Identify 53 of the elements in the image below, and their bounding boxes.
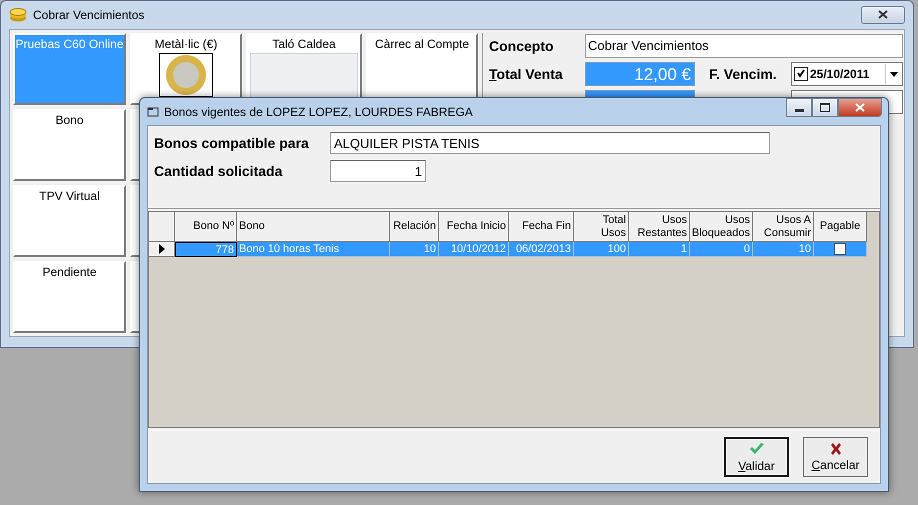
table-cell: 1 [629,242,690,257]
table-cell: 100 [574,242,629,257]
payment-label: Càrrec al Compte [374,37,470,51]
payment-label: Taló Caldea [272,37,336,51]
payment-method-button[interactable]: Bono [13,109,126,181]
maximize-button[interactable] [812,98,838,117]
dialog-button[interactable]: Cancelar [803,437,868,477]
close-icon [878,10,888,19]
table-cell: 10 [390,242,439,257]
close-button[interactable] [861,6,905,24]
close-button[interactable] [838,98,882,117]
field-label: Concepto [489,38,555,54]
column-header[interactable]: Fecha Fin [509,212,574,242]
dialog-button[interactable]: Validar [724,437,789,477]
euro-coin-icon [159,53,213,97]
column-header[interactable]: Usos Bloqueados [690,212,753,242]
field-label: Cantidad solicitada [154,163,284,179]
concept-field[interactable]: Cobrar Vencimientos [585,34,903,58]
column-header[interactable]: Relación [390,212,439,242]
check-icon [748,442,764,456]
coins-icon [9,8,27,22]
window-title: Cobrar Vencimientos [33,8,144,22]
field-label: F. Vencim. [709,66,778,82]
table-cell: 10 [753,242,814,257]
field-label: Bonos compatible para [154,135,310,151]
date-value: 25/10/2011 [810,66,870,80]
field-label: Total Venta [489,66,564,82]
payment-method-button[interactable]: Pendiente [13,261,126,333]
checkbox[interactable] [834,243,846,255]
column-header[interactable]: Total Usos [574,212,629,242]
close-icon [855,103,865,112]
minimize-button[interactable] [786,98,812,117]
column-header[interactable]: Bono [237,212,390,242]
payment-method-button[interactable]: TPV Virtual [13,185,126,257]
column-header[interactable]: Bono Nº [175,212,237,242]
table-cell: 778 [175,242,237,257]
payment-method-button[interactable]: Metàl·lic (€) [130,33,242,105]
payment-label: Metàl·lic (€) [154,37,218,51]
cross-icon [830,442,842,454]
compatible-field[interactable]: ALQUILER PISTA TENIS [330,132,770,154]
table-cell: 06/02/2013 [509,242,574,257]
column-header[interactable]: Usos Restantes [629,212,690,242]
window-icon [147,106,159,118]
table-cell: Bono 10 horas Tenis [237,242,390,257]
table-cell: 10/10/2012 [439,242,509,257]
quantity-field[interactable]: 1 [330,160,426,182]
column-header[interactable]: Fecha Inicio [439,212,509,242]
column-header[interactable]: Usos A Consumir [753,212,814,242]
date-picker[interactable]: 25/10/2011 [791,62,903,86]
dialog-title: Bonos vigentes de LOPEZ LOPEZ, LOURDES FABREGA [164,104,473,118]
table-cell: 0 [690,242,753,257]
checkbox[interactable] [794,66,808,80]
column-header[interactable]: Pagable [814,212,867,242]
